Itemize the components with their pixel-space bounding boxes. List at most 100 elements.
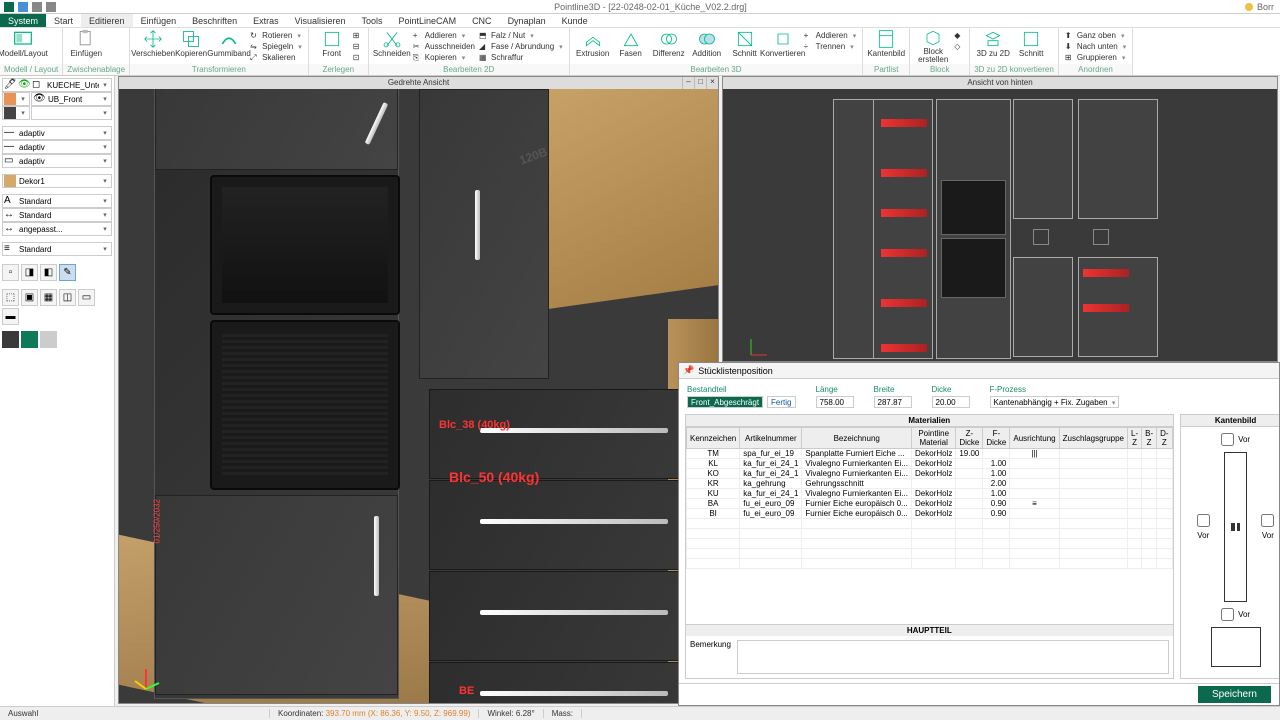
empty-dd[interactable]: ▾ [31, 106, 112, 120]
senddown-button[interactable]: ⬇Nach unten▾ [1063, 41, 1128, 52]
tab-cnc[interactable]: CNC [464, 14, 500, 27]
group-button[interactable]: ⊞Gruppieren▾ [1063, 52, 1128, 63]
adapt-row-1[interactable]: —adaptiv▾ [2, 140, 112, 154]
tab-dynaplan[interactable]: Dynaplan [500, 14, 554, 27]
col-header[interactable]: F-Dicke [983, 428, 1010, 449]
layer-dropdown[interactable]: 🖊👁◻KUECHE_Unterbau▾ [2, 78, 112, 92]
block-small2[interactable]: ◇ [952, 41, 965, 52]
edge-vor-top[interactable] [1221, 433, 1234, 446]
block-small1[interactable]: ◆ [952, 30, 965, 41]
adapt-row-2[interactable]: ▭adaptiv▾ [2, 154, 112, 168]
extrude-button[interactable]: Extrusion [574, 29, 612, 64]
model-layout-button[interactable]: Modell/Layout [4, 29, 42, 64]
pin-icon[interactable]: 📌 [683, 365, 694, 376]
qat-icon[interactable] [4, 2, 14, 12]
edge-vor-right[interactable] [1261, 514, 1274, 527]
split3d-btn[interactable]: ÷Trennen▾ [802, 41, 859, 52]
std-row-1[interactable]: ↔Standard▾ [2, 208, 112, 222]
paste-button[interactable]: Einfügen [67, 29, 105, 64]
copy2d-button[interactable]: ⎘Kopieren▾ [411, 52, 477, 63]
bestandteil-value[interactable]: Front_Abgeschrägt [687, 396, 763, 408]
col-header[interactable]: Zuschlagsgruppe [1059, 428, 1127, 449]
tool-b4[interactable]: ◫ [59, 289, 76, 306]
cutout2d-button[interactable]: ✂Ausschneiden [411, 41, 477, 52]
3dto2d-button[interactable]: 3D zu 2D [974, 29, 1012, 64]
tab-system[interactable]: System [0, 14, 46, 27]
vp-max-icon[interactable]: □ [694, 77, 706, 89]
col-header[interactable]: B-Z [1142, 428, 1157, 449]
table-row[interactable]: KLka_fur_ei_24_1Vivalegno Furnierkanten … [687, 459, 1173, 469]
mirror-button[interactable]: ⇋Spiegeln▾ [248, 41, 304, 52]
tab-tools[interactable]: Tools [354, 14, 391, 27]
col-header[interactable]: Pointline Material [912, 428, 956, 449]
table-row[interactable]: TMspa_fur_ei_19Spanplatte Furniert Eiche… [687, 449, 1173, 459]
zer-small2[interactable]: ⊟ [351, 41, 364, 52]
col-header[interactable]: Z-Dicke [956, 428, 983, 449]
sublayer-dropdown[interactable]: 👁UB_Front▾ [31, 92, 112, 106]
material-dropdown[interactable]: Dekor1▾ [2, 174, 112, 188]
tab-visualisieren[interactable]: Visualisieren [287, 14, 354, 27]
scale-button[interactable]: ⤢Skalieren [248, 52, 304, 63]
color-box1[interactable]: ▾ [2, 92, 30, 106]
add2d-button[interactable]: +Addieren▾ [411, 30, 477, 41]
save-icon[interactable] [18, 2, 28, 12]
chamfer-button[interactable]: ◢Fase / Abrundung▾ [477, 41, 565, 52]
tool-b6[interactable]: ▬ [2, 308, 19, 325]
viewport-3d[interactable]: Gedrehte Ansicht –□× 120B Blc_50 (40kg) … [118, 76, 719, 704]
add3d-btn[interactable]: +Addieren▾ [802, 30, 859, 41]
fertig-value[interactable]: Fertig [767, 396, 795, 408]
diff-button[interactable]: Differenz [650, 29, 688, 64]
bevel-button[interactable]: Fasen [612, 29, 650, 64]
swatch-1[interactable] [2, 331, 19, 348]
tool-a4[interactable]: ✎ [59, 264, 76, 281]
col-header[interactable]: D-Z [1157, 428, 1172, 449]
tab-einfuegen[interactable]: Einfügen [133, 14, 185, 27]
table-row[interactable]: KUka_fur_ei_24_1Vivalegno Furnierkanten … [687, 489, 1173, 499]
rubberband-button[interactable]: Gummiband [210, 29, 248, 64]
tool-a2[interactable]: ◨ [21, 264, 38, 281]
user-badge[interactable] [1245, 3, 1253, 11]
tool-b3[interactable]: ▦ [40, 289, 57, 306]
convert-button[interactable]: Konvertieren [764, 29, 802, 64]
tab-kunde[interactable]: Kunde [554, 14, 596, 27]
rotate-button[interactable]: ↻Rotieren▾ [248, 30, 304, 41]
col-header[interactable]: Kennzeichen [687, 428, 740, 449]
col-header[interactable]: Artikelnummer [740, 428, 802, 449]
adapt-row-0[interactable]: —adaptiv▾ [2, 126, 112, 140]
std2-dropdown[interactable]: ≡Standard▾ [2, 242, 112, 256]
tab-beschriften[interactable]: Beschriften [184, 14, 245, 27]
hatch-button[interactable]: ▦Schraffur [477, 52, 565, 63]
table-row[interactable]: KOka_fur_ei_24_1Vivalegno Furnierkanten … [687, 469, 1173, 479]
col-header[interactable]: L-Z [1128, 428, 1142, 449]
dicke-value[interactable]: 20.00 [932, 396, 970, 408]
swatch-3[interactable] [40, 331, 57, 348]
vp-min-icon[interactable]: – [682, 77, 694, 89]
bringfront-button[interactable]: ⬆Ganz oben▾ [1063, 30, 1128, 41]
move-button[interactable]: Verschieben [134, 29, 172, 64]
save-button[interactable]: Speichern [1198, 686, 1271, 703]
table-row[interactable]: KRka_gehrungGehrungsschnitt2.00 [687, 479, 1173, 489]
copy-button[interactable]: Kopieren [172, 29, 210, 64]
viewport-back[interactable]: Ansicht von hinten [722, 76, 1278, 362]
laenge-value[interactable]: 758.00 [816, 396, 854, 408]
color-box2[interactable]: ▾ [2, 106, 30, 120]
section-button[interactable]: Schnitt [726, 29, 764, 64]
add3d-button[interactable]: Addition [688, 29, 726, 64]
vp-close-icon[interactable]: × [706, 77, 718, 89]
tab-pointlinecam[interactable]: PointLineCAM [391, 14, 465, 27]
zer-small1[interactable]: ⊞ [351, 30, 364, 41]
edgeimage-button[interactable]: Kantenbild [867, 29, 905, 64]
tool-a1[interactable]: ▫ [2, 264, 19, 281]
breite-value[interactable]: 287.87 [874, 396, 912, 408]
table-row[interactable]: BAfu_ei_euro_09Furnier Eiche europäisch … [687, 499, 1173, 509]
zer-small3[interactable]: ⊡ [351, 52, 364, 63]
bemerkung-textarea[interactable] [737, 640, 1169, 674]
materials-table[interactable]: KennzeichenArtikelnummerBezeichnungPoint… [686, 427, 1173, 624]
edge-vor-bottom[interactable] [1221, 608, 1234, 621]
std-row-0[interactable]: AStandard▾ [2, 194, 112, 208]
blockcreate-button[interactable]: Block erstellen [914, 29, 952, 64]
tool-b5[interactable]: ▭ [78, 289, 95, 306]
tab-editieren[interactable]: Editieren [81, 14, 133, 27]
col-header[interactable]: Ausrichtung [1010, 428, 1059, 449]
col-header[interactable]: Bezeichnung [802, 428, 912, 449]
